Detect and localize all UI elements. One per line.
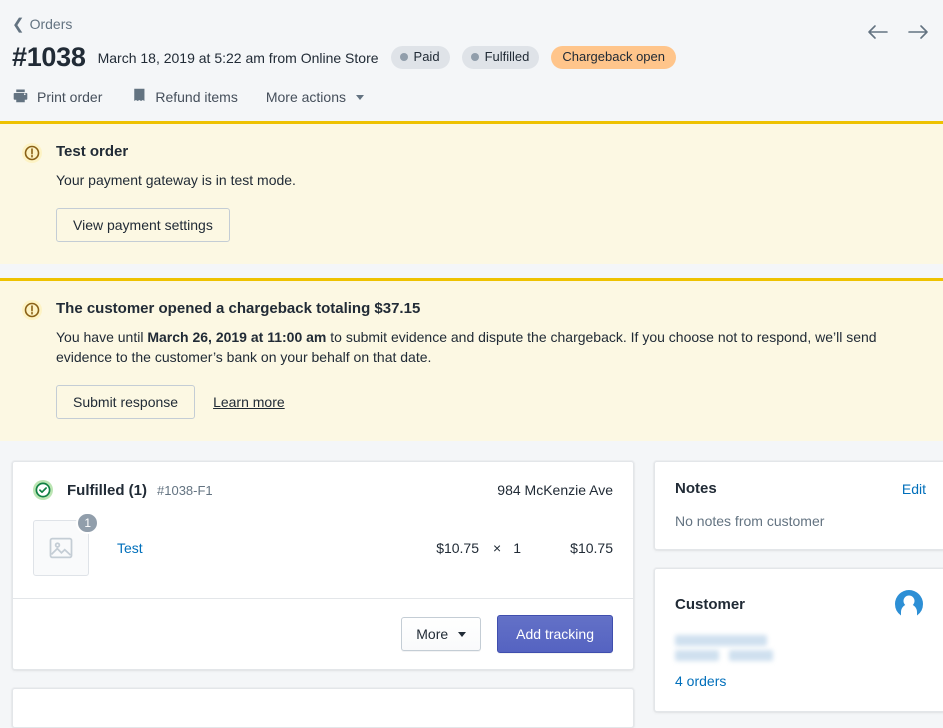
next-card-partial: [12, 688, 634, 728]
refund-items-label: Refund items: [155, 89, 238, 105]
line-item-unit-price: $10.75: [436, 540, 480, 556]
action-bar: Print order Refund items More actions: [12, 87, 923, 121]
print-order-button[interactable]: Print order: [12, 87, 102, 107]
refund-items-button[interactable]: Refund items: [130, 87, 238, 107]
test-order-banner: Test order Your payment gateway is in te…: [0, 121, 943, 264]
status-badge-paid: Paid: [390, 46, 450, 69]
quantity-badge: 1: [76, 512, 99, 534]
learn-more-link[interactable]: Learn more: [213, 394, 285, 410]
view-payment-settings-button[interactable]: View payment settings: [56, 208, 230, 242]
status-badge-fulfilled-label: Fulfilled: [484, 49, 530, 64]
record-navigation: [867, 24, 929, 40]
submit-response-button[interactable]: Submit response: [56, 385, 196, 419]
notes-title: Notes: [675, 480, 717, 497]
refund-icon: [130, 87, 147, 107]
line-item-total: $10.75: [570, 540, 613, 556]
check-circle-icon: [33, 480, 53, 500]
fulfillment-card-footer: More Add tracking: [13, 598, 633, 669]
notes-edit-link[interactable]: Edit: [902, 481, 926, 497]
status-badge-chargeback: Chargeback open: [551, 46, 676, 69]
fulfillment-card: Fulfilled (1) #1038-F1 984 McKenzie Ave …: [12, 461, 634, 670]
status-dot-icon: [399, 53, 408, 61]
more-actions-label: More actions: [265, 89, 346, 105]
customer-title: Customer: [675, 595, 746, 613]
shipping-address: 984 McKenzie Ave: [497, 482, 613, 498]
customer-name-redacted-line2: [675, 650, 926, 661]
add-tracking-button[interactable]: Add tracking: [497, 615, 613, 653]
chargeback-banner-title: The customer opened a chargeback totalin…: [56, 300, 421, 317]
page-header: ❮ Orders #1038 March 18, 2019 at 5:22 am…: [0, 0, 943, 121]
chevron-down-icon: [356, 94, 364, 100]
multiply-symbol: ×: [493, 540, 502, 556]
line-item-product-link[interactable]: Test: [117, 540, 143, 556]
status-badge-fulfilled: Fulfilled: [461, 46, 540, 69]
status-badge-chargeback-label: Chargeback open: [562, 49, 665, 64]
status-badge-paid-label: Paid: [413, 49, 440, 64]
side-column: Notes Edit No notes from customer Custom…: [654, 461, 943, 728]
line-item-row: 1 Test $10.75 × 1 $10.75: [13, 512, 633, 598]
customer-orders-link[interactable]: 4 orders: [675, 673, 926, 689]
warning-icon: [22, 300, 42, 320]
printer-icon: [12, 87, 29, 107]
breadcrumb-label: Orders: [29, 16, 73, 32]
more-button[interactable]: More: [401, 617, 482, 651]
chevron-left-icon: ❮: [12, 15, 25, 33]
fulfillment-reference: #1038-F1: [157, 482, 213, 498]
chargeback-text-prefix: You have until: [56, 329, 148, 345]
customer-card: Customer 4 orders: [654, 568, 943, 712]
order-meta: March 18, 2019 at 5:22 am from Online St…: [97, 49, 379, 66]
order-details-page: ❮ Orders #1038 March 18, 2019 at 5:22 am…: [0, 0, 943, 728]
chevron-down-icon: [458, 631, 467, 637]
title-row: #1038 March 18, 2019 at 5:22 am from Onl…: [12, 42, 923, 73]
chargeback-banner-text: You have until March 26, 2019 at 11:00 a…: [56, 327, 921, 367]
customer-body: 4 orders: [655, 621, 943, 711]
test-order-banner-text: Your payment gateway is in test mode.: [56, 172, 296, 188]
chargeback-deadline: March 26, 2019 at 11:00 am: [147, 329, 327, 345]
arrow-left-icon[interactable]: [867, 24, 889, 40]
warning-icon: [22, 143, 42, 163]
main-column: Fulfilled (1) #1038-F1 984 McKenzie Ave …: [12, 461, 634, 728]
fulfillment-title: Fulfilled (1): [67, 481, 147, 499]
status-dot-icon: [470, 53, 479, 61]
more-button-label: More: [416, 626, 449, 642]
breadcrumb-orders[interactable]: ❮ Orders: [12, 16, 72, 32]
print-order-label: Print order: [37, 89, 103, 105]
arrow-right-icon[interactable]: [907, 24, 929, 40]
more-actions-button[interactable]: More actions: [266, 89, 364, 105]
chargeback-banner: The customer opened a chargeback totalin…: [0, 278, 943, 441]
test-order-banner-title: Test order: [56, 143, 129, 160]
page-title: #1038: [12, 42, 86, 72]
content-area: Fulfilled (1) #1038-F1 984 McKenzie Ave …: [0, 441, 943, 728]
customer-name-redacted: [675, 635, 767, 646]
line-item-quantity: 1: [513, 540, 521, 556]
notes-card: Notes Edit No notes from customer: [654, 461, 943, 550]
customer-avatar-icon: [892, 587, 926, 621]
notes-body: No notes from customer: [675, 513, 825, 529]
